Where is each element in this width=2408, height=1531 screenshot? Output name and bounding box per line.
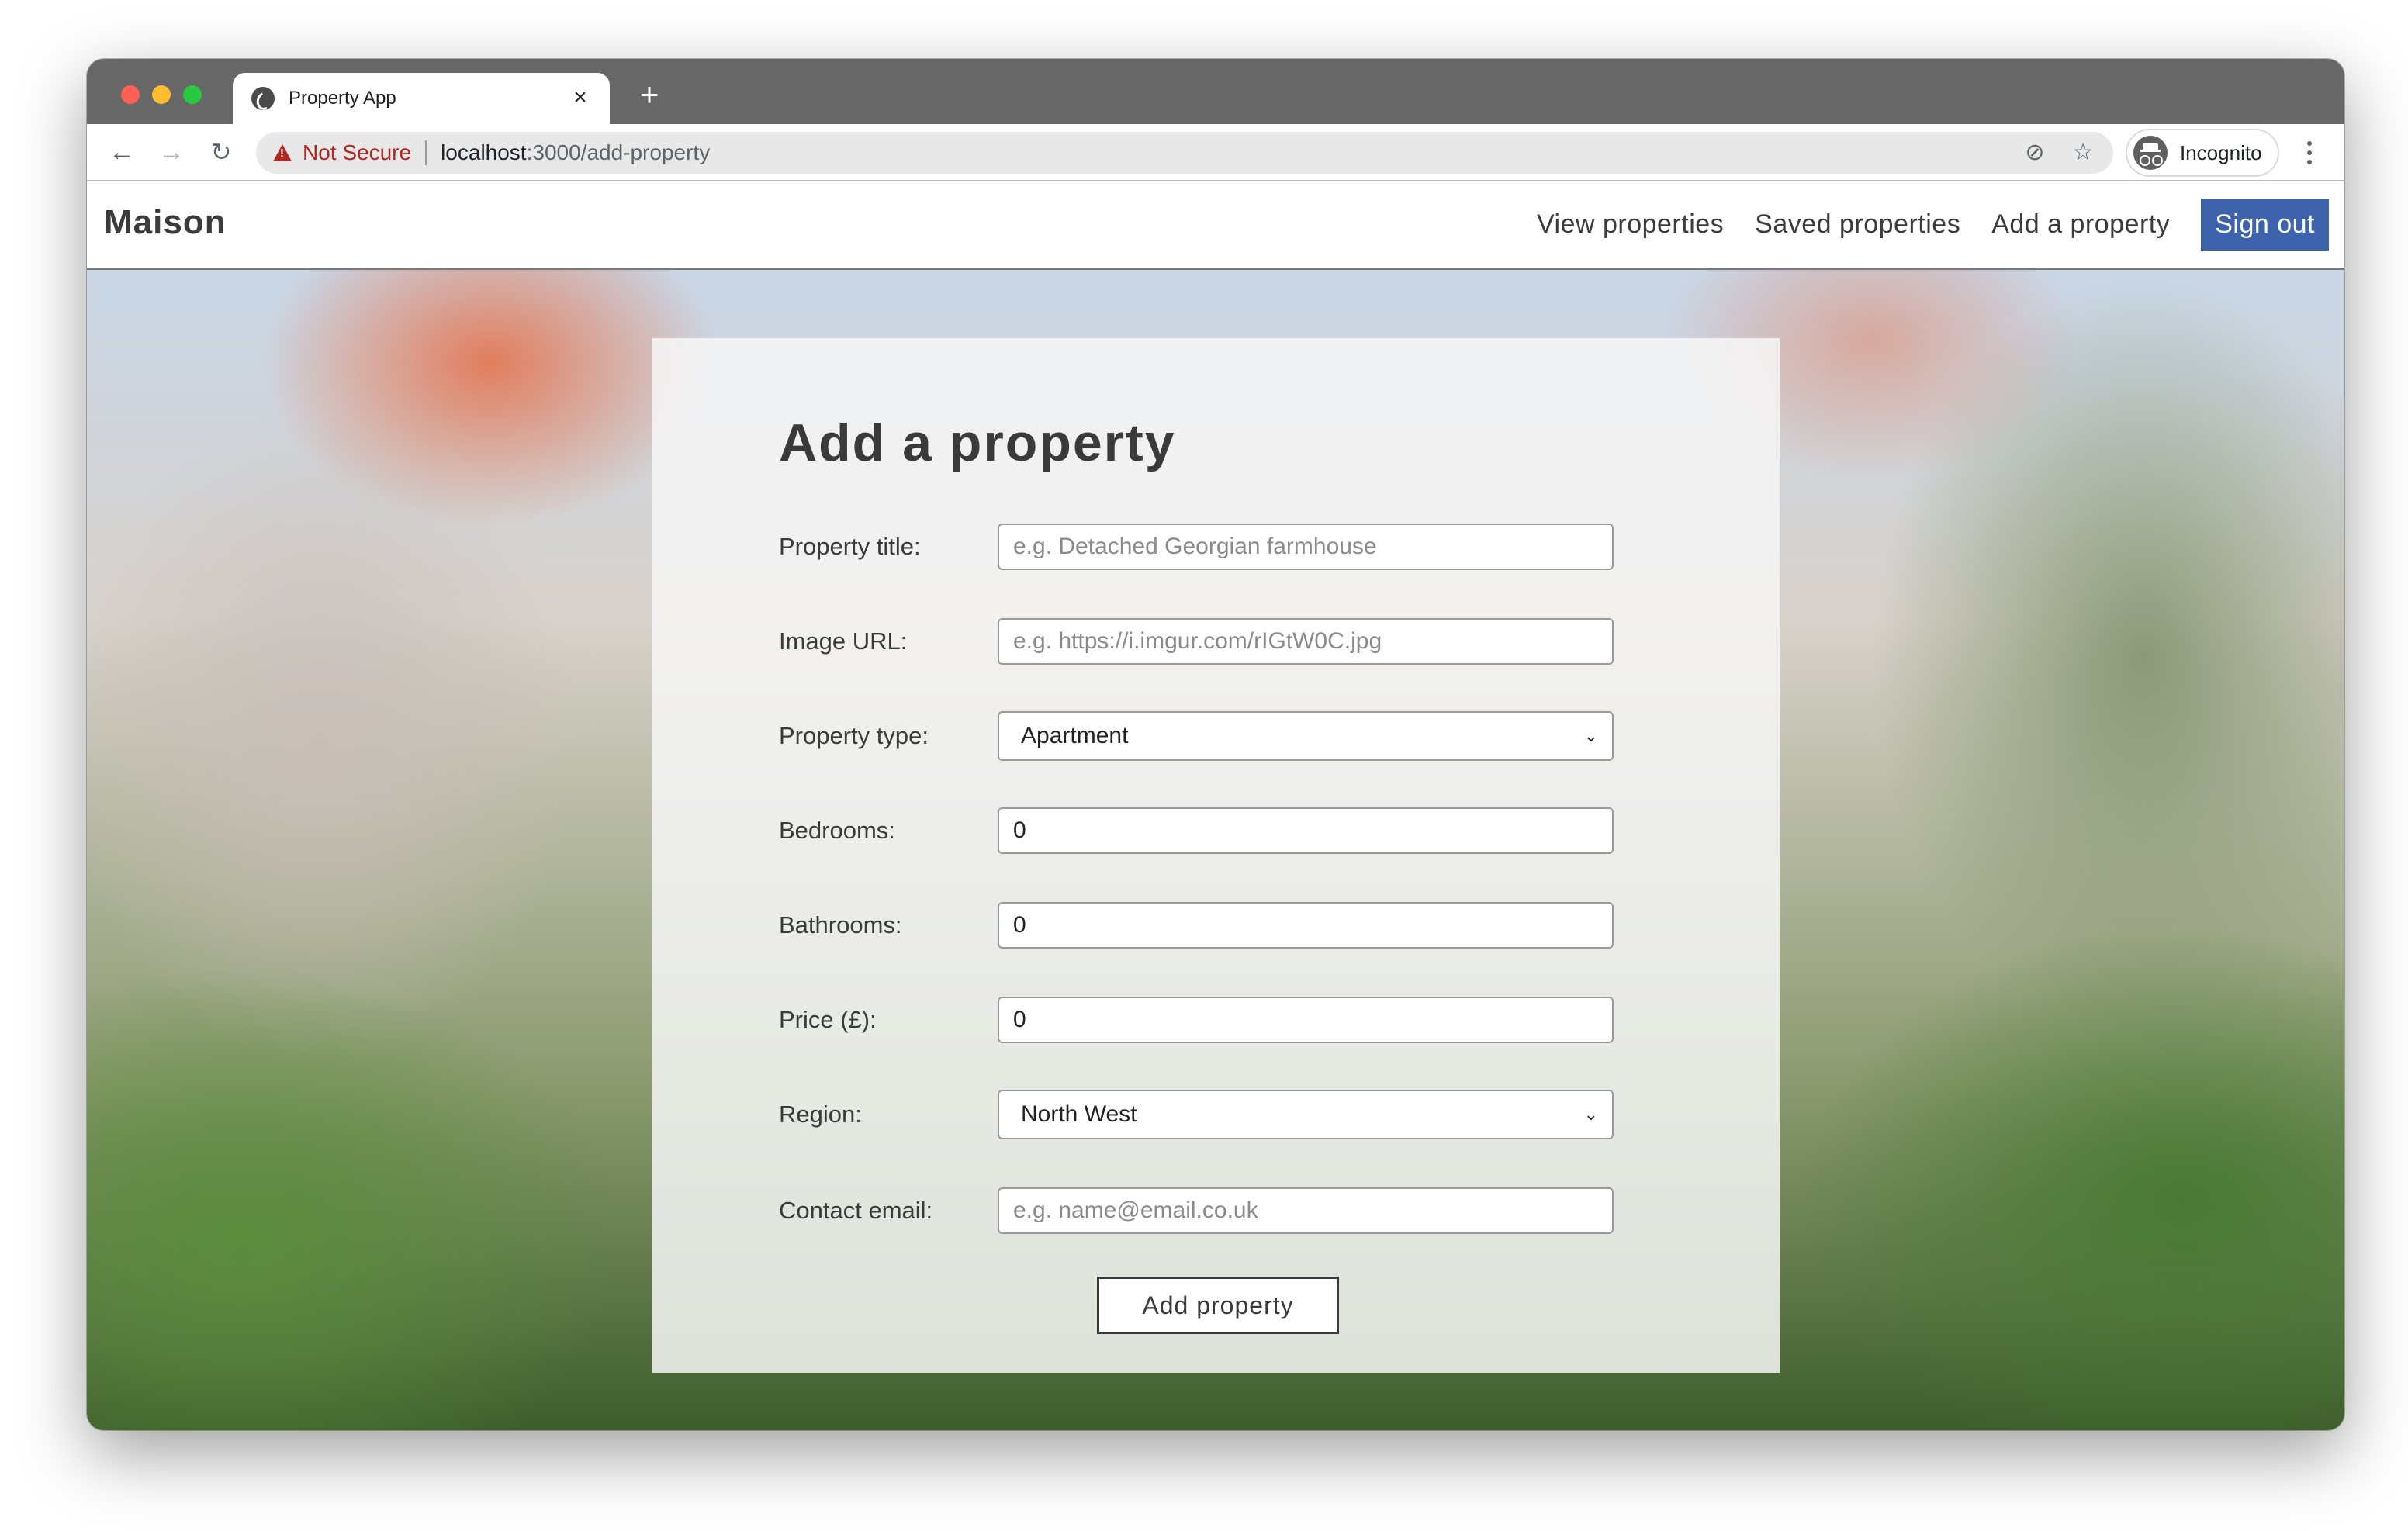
image-url-row: Image URL: e.g. https://i.imgur.com/rIGt… — [779, 617, 1617, 665]
hero-background-image: Add a property Property title: e.g. Deta… — [87, 270, 2344, 1430]
price-input[interactable]: 0 — [998, 997, 1614, 1043]
address-bar[interactable]: Not Secure localhost :3000/add-property … — [256, 132, 2113, 174]
tab-property-app[interactable]: Property App × — [233, 73, 610, 124]
more-menu-icon[interactable] — [2298, 135, 2321, 171]
tab-strip: Property App × + — [87, 59, 2344, 124]
back-arrow-icon[interactable]: ← — [104, 135, 140, 171]
property-title-row: Property title: e.g. Detached Georgian f… — [779, 523, 1617, 571]
contact-email-label: Contact email: — [779, 1197, 933, 1224]
sign-out-button[interactable]: Sign out — [2201, 199, 2329, 251]
image-url-label: Image URL: — [779, 627, 908, 655]
app-navbar: Maison View properties Saved properties … — [87, 181, 2344, 270]
page-title: Add a property — [779, 413, 1176, 472]
warning-icon — [273, 144, 292, 161]
forward-arrow-icon[interactable]: → — [154, 135, 189, 171]
region-value: North West — [1021, 1101, 1137, 1127]
globe-icon — [251, 87, 275, 110]
region-row: Region: North West ⌄ — [779, 1090, 1617, 1139]
bathrooms-input[interactable]: 0 — [998, 902, 1614, 949]
contact-email-input[interactable]: e.g. name@email.co.uk — [998, 1187, 1614, 1234]
star-icon[interactable]: ☆ — [2067, 137, 2099, 169]
image-url-input[interactable]: e.g. https://i.imgur.com/rIGtW0C.jpg — [998, 618, 1614, 665]
eye-off-icon[interactable]: ⊘ — [2019, 137, 2051, 169]
property-type-row: Property type: Apartment ⌄ — [779, 711, 1617, 761]
bedrooms-row: Bedrooms: 0 — [779, 807, 1617, 855]
add-property-form: Add a property Property title: e.g. Deta… — [652, 338, 1780, 1373]
nav-add-property[interactable]: Add a property — [1991, 209, 2170, 240]
url-host: localhost — [441, 140, 527, 164]
security-status[interactable]: Not Secure — [303, 140, 411, 165]
browser-window: Property App × + ← → ↻ Not Secure localh… — [87, 59, 2344, 1430]
nav-links: View properties Saved properties Add a p… — [1537, 199, 2329, 251]
property-type-label: Property type: — [779, 722, 929, 749]
address-separator — [425, 140, 427, 165]
nav-saved-properties[interactable]: Saved properties — [1755, 209, 1960, 240]
bedrooms-input[interactable]: 0 — [998, 807, 1614, 854]
maximize-window-button[interactable] — [183, 85, 202, 104]
close-window-button[interactable] — [121, 85, 140, 104]
bathrooms-row: Bathrooms: 0 — [779, 901, 1617, 949]
minimize-window-button[interactable] — [152, 85, 171, 104]
chevron-down-icon: ⌄ — [1583, 1104, 1598, 1124]
price-row: Price (£): 0 — [779, 996, 1617, 1044]
new-tab-button[interactable]: + — [630, 76, 669, 115]
url-path: :3000/add-property — [526, 140, 711, 164]
incognito-label: Incognito — [2180, 140, 2262, 164]
nav-view-properties[interactable]: View properties — [1537, 209, 1724, 240]
incognito-profile-button[interactable]: Incognito — [2126, 129, 2279, 177]
brand-logo[interactable]: Maison — [104, 203, 227, 242]
region-select[interactable]: North West ⌄ — [998, 1090, 1614, 1139]
contact-email-row: Contact email: e.g. name@email.co.uk — [779, 1187, 1617, 1235]
price-label: Price (£): — [779, 1006, 877, 1033]
property-title-label: Property title: — [779, 533, 921, 560]
tab-title: Property App — [289, 88, 396, 109]
incognito-icon — [2133, 136, 2168, 170]
chevron-down-icon: ⌄ — [1583, 726, 1598, 745]
close-tab-icon[interactable]: × — [566, 84, 594, 112]
reload-icon[interactable]: ↻ — [203, 135, 239, 171]
property-title-input[interactable]: e.g. Detached Georgian farmhouse — [998, 524, 1614, 570]
browser-toolbar: ← → ↻ Not Secure localhost :3000/add-pro… — [87, 124, 2344, 181]
region-label: Region: — [779, 1101, 862, 1128]
property-type-value: Apartment — [1021, 723, 1129, 748]
bedrooms-label: Bedrooms: — [779, 817, 895, 844]
bathrooms-label: Bathrooms: — [779, 911, 902, 938]
property-type-select[interactable]: Apartment ⌄ — [998, 711, 1614, 761]
add-property-button[interactable]: Add property — [1097, 1277, 1339, 1334]
